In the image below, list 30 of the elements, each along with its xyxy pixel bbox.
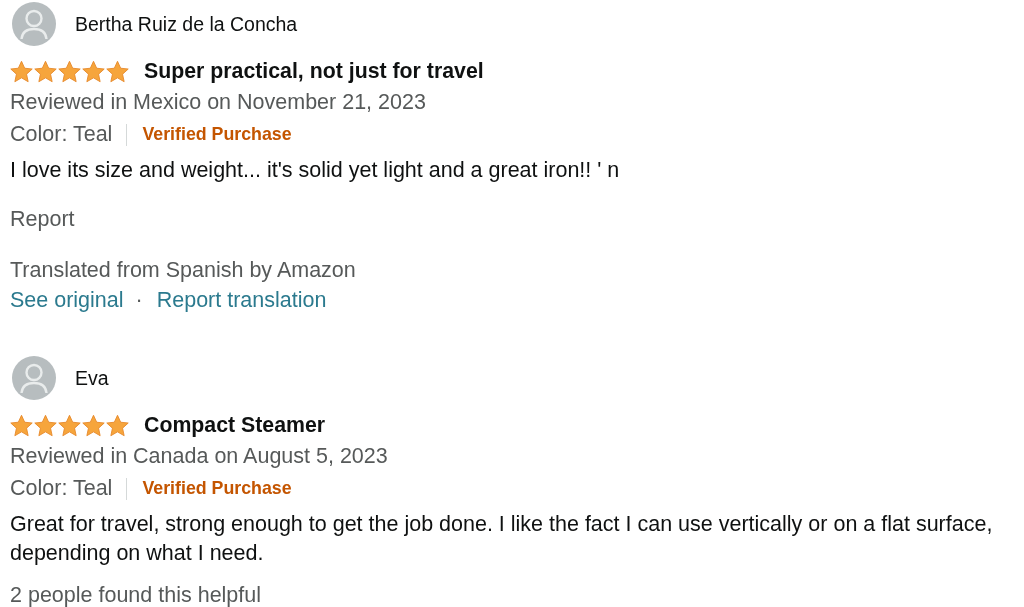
star-icon	[58, 413, 81, 437]
see-original-link[interactable]: See original	[10, 285, 124, 315]
star-icon	[106, 413, 129, 437]
star-icon	[58, 59, 81, 83]
verified-purchase-label: Verified Purchase	[142, 123, 292, 146]
review-title[interactable]: Compact Steamer	[144, 413, 326, 437]
review-title[interactable]: Super practical, not just for travel	[144, 59, 484, 83]
review-date: Reviewed in Mexico on November 21, 2023	[10, 89, 427, 116]
review-text: I love its size and weight... it's solid yet light and a great iron!! ' n	[10, 157, 621, 184]
color-variant: Color: Teal	[10, 121, 113, 148]
star-icon	[82, 59, 105, 83]
star-icon	[82, 413, 105, 437]
reviewer-name: Eva	[75, 366, 109, 390]
review-date: Reviewed in Canada on August 5, 2023	[10, 443, 389, 470]
star-icon	[106, 59, 129, 83]
link-separator: ·	[135, 287, 143, 314]
review-text: Great for travel, strong enough to get the job done. I like the fact I can use vertically or on a flat surface, depending on what I need.	[10, 511, 994, 567]
avatar-icon	[12, 2, 56, 46]
color-variant: Color: Teal	[10, 475, 113, 502]
report-link[interactable]: Report	[10, 205, 75, 234]
star-icon	[10, 413, 33, 437]
report-translation-link[interactable]: Report translation	[156, 285, 327, 315]
avatar-icon	[12, 356, 56, 400]
star-icon	[10, 59, 33, 83]
verified-purchase-label: Verified Purchase	[142, 477, 292, 500]
star-icon	[34, 413, 57, 437]
helpful-count: 2 people found this helpful	[10, 582, 263, 607]
star-icon	[34, 59, 57, 83]
translation-note: Translated from Spanish by Amazon	[10, 257, 357, 284]
reviewer-name: Bertha Ruiz de la Concha	[75, 12, 298, 36]
